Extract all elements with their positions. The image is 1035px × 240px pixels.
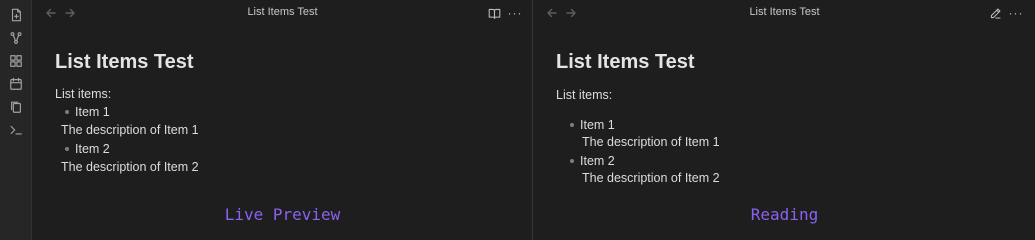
list-item-description: The description of Item 1 — [61, 123, 199, 137]
list-item-label: Item 2 — [580, 154, 615, 168]
list-item-label: Item 2 — [75, 142, 110, 156]
mode-caption: Live Preview — [224, 205, 341, 224]
list-item-description: The description of Item 2 — [582, 171, 720, 185]
back-arrow-icon[interactable] — [545, 6, 559, 20]
list-item-label: Item 1 — [75, 105, 110, 119]
list-intro: List items: — [55, 87, 112, 101]
bullet-icon — [65, 147, 69, 151]
back-arrow-icon[interactable] — [44, 6, 58, 20]
forward-arrow-icon[interactable] — [63, 6, 77, 20]
list-item-label: Item 1 — [580, 118, 615, 132]
bullet-icon — [65, 110, 69, 114]
list-item: Item 1 — [570, 118, 615, 132]
note-heading: List Items Test — [556, 51, 695, 73]
left-pane-titlebar: List Items Test ··· — [33, 0, 532, 26]
book-open-icon[interactable] — [486, 5, 502, 21]
forward-arrow-icon[interactable] — [564, 6, 578, 20]
bullet-icon — [570, 159, 574, 163]
copy-icon[interactable] — [8, 99, 24, 115]
view-title: List Items Test — [247, 6, 318, 18]
more-options-button[interactable]: ··· — [507, 5, 523, 21]
more-options-button[interactable]: ··· — [1008, 5, 1024, 21]
right-pane-titlebar: List Items Test ··· — [534, 0, 1035, 26]
mode-caption: Reading — [750, 205, 819, 224]
right-pane: List Items Test ··· List Items Test List… — [534, 0, 1035, 240]
pencil-icon[interactable] — [987, 5, 1003, 21]
list-intro: List items: — [556, 88, 613, 102]
blocks-icon[interactable] — [8, 53, 24, 69]
list-item-description: The description of Item 2 — [61, 160, 199, 174]
list-item: Item 1 — [65, 105, 110, 119]
bullet-icon — [570, 123, 574, 127]
list-item: Item 2 — [570, 154, 615, 168]
note-heading: List Items Test — [55, 51, 194, 73]
graph-icon[interactable] — [8, 30, 24, 46]
calendar-icon[interactable] — [8, 76, 24, 92]
file-open-icon[interactable] — [8, 7, 24, 23]
left-ribbon — [0, 0, 32, 240]
list-item-description: The description of Item 1 — [582, 135, 720, 149]
view-title: List Items Test — [749, 6, 820, 18]
left-pane: List Items Test ··· List Items Test List… — [33, 0, 533, 240]
list-item: Item 2 — [65, 142, 110, 156]
terminal-icon[interactable] — [8, 122, 24, 138]
